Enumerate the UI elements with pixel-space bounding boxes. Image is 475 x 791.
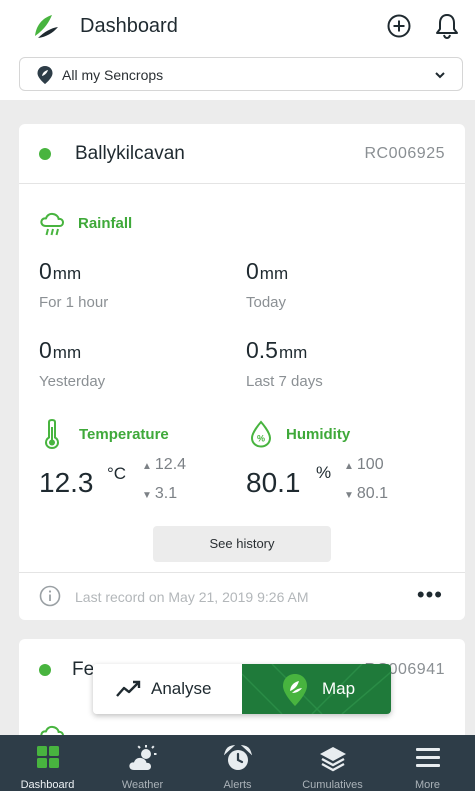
weather-icon [128,745,156,770]
layers-icon [319,747,346,772]
filter-selected-label: All my Sencrops [62,67,164,83]
trend-chart-icon [116,680,141,697]
tab-label: More [414,779,441,791]
more-options-button[interactable]: ••• [417,582,443,608]
rainfall-today-value: 0mm [246,258,289,284]
analyse-label: Analyse [151,679,212,698]
rainfall-yesterday-label: Yesterday [39,373,106,390]
map-button[interactable]: Map [242,664,391,714]
humidity-drop-icon: % [250,420,272,448]
station-filter-select[interactable]: All my Sencrops [19,57,463,91]
bell-icon[interactable] [434,12,460,40]
see-history-button[interactable]: See history [153,526,331,562]
tab-more[interactable]: More [380,735,475,791]
grid-icon [36,746,59,768]
tab-label: Alerts [223,779,252,791]
tab-label: Weather [121,779,164,791]
tab-cumulatives[interactable]: Cumulatives [285,735,380,791]
info-icon[interactable] [39,585,61,607]
location-pin-icon [37,66,53,84]
tab-dashboard[interactable]: Dashboard [0,735,95,791]
rain-cloud-icon [40,212,64,236]
station-name: Ballykilcavan [75,143,185,164]
station-card[interactable]: Ballykilcavan RC006925 Rainfall 0mm For … [19,124,465,620]
station-name: Fe [72,659,95,680]
analyse-button[interactable]: Analyse [93,664,242,714]
rainfall-hour-label: For 1 hour [39,294,109,311]
temperature-max: ▲ 12.4 [142,456,187,473]
last-record-text: Last record on May 21, 2019 9:26 AM [75,589,309,605]
map-label: Map [322,679,356,698]
bottom-tab-bar: Dashboard Weather Alerts Cumulatives Mor… [0,735,475,791]
rainfall-hour-value: 0mm [39,258,82,284]
rainfall-today-label: Today [246,294,287,311]
tab-label: Dashboard [20,779,75,791]
map-pin-icon [283,674,307,706]
temperature-unit: °C [107,464,127,483]
humidity-min: ▼ 80.1 [344,485,389,502]
view-toggle: Analyse Map [93,664,391,714]
station-status-dot [39,148,51,160]
map-texture [242,664,391,714]
chevron-down-icon [435,72,445,79]
svg-text:%: % [257,434,265,444]
humidity-title: Humidity [286,426,351,443]
temperature-value: 12.3 [39,467,94,498]
humidity-unit: % [316,463,332,482]
app-header: Dashboard All my Sencrops [0,0,475,100]
menu-icon [415,748,440,767]
sencrop-logo-icon [35,15,58,38]
temperature-title: Temperature [79,426,169,443]
add-circle-icon[interactable] [386,12,412,40]
station-card-header: Ballykilcavan RC006925 [19,124,465,184]
page-title: Dashboard [80,15,178,37]
rainfall-yesterday-value: 0mm [39,337,82,363]
thermometer-icon [45,419,59,449]
rainfall-title: Rainfall [78,215,133,232]
tab-label: Cumulatives [302,779,363,791]
tab-alerts[interactable]: Alerts [190,735,285,791]
station-status-dot [39,664,51,676]
rainfall-7days-label: Last 7 days [246,373,323,390]
tab-weather[interactable]: Weather [95,735,190,791]
station-id: RC006925 [364,145,445,162]
temperature-min: ▼ 3.1 [142,485,178,502]
humidity-max: ▲ 100 [344,456,384,473]
alarm-clock-icon [223,745,252,770]
rainfall-7days-value: 0.5mm [246,337,308,363]
humidity-value: 80.1 [246,467,301,498]
station-card-footer: Last record on May 21, 2019 9:26 AM ••• [19,572,465,620]
